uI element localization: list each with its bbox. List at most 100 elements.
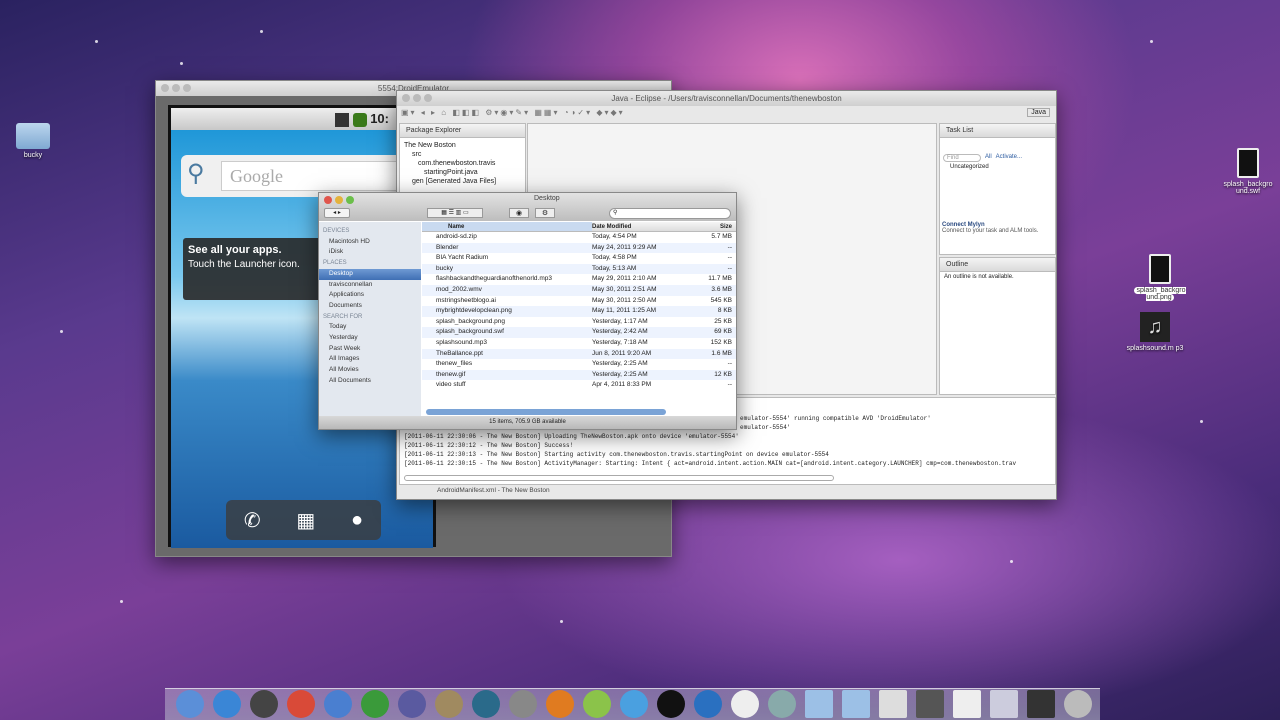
eclipse-titlebar[interactable]: Java - Eclipse - /Users/travisconnellan/… (397, 91, 1056, 106)
dock-documents-folder-icon[interactable] (842, 690, 870, 718)
sidebar-section-header: PLACES (323, 260, 347, 267)
sidebar-item[interactable]: Documents (319, 301, 421, 312)
dock-android-icon[interactable] (583, 690, 611, 718)
dock-blender-icon[interactable] (546, 690, 574, 718)
sidebar-item[interactable]: iDisk (319, 247, 421, 258)
zoom-button[interactable] (346, 196, 354, 204)
dock-time-machine-icon[interactable] (472, 690, 500, 718)
dock-doc-3-icon[interactable] (953, 690, 981, 718)
dock-preview-icon[interactable] (768, 690, 796, 718)
dock-doc-4-icon[interactable] (990, 690, 1018, 718)
tree-item-gen[interactable]: gen [Generated Java Files] (404, 177, 521, 186)
file-size: -- (727, 254, 732, 262)
file-row[interactable]: Blender May 24, 2011 9:29 AM -- (422, 242, 736, 254)
task-find-input[interactable]: Find (943, 154, 981, 162)
sidebar-item[interactable]: Desktop (319, 268, 421, 280)
desktop-folder-bucky[interactable]: bucky (3, 123, 63, 159)
sidebar-item[interactable]: All Images (319, 354, 421, 365)
file-size: -- (727, 243, 732, 251)
dock-chrome-icon[interactable] (287, 690, 315, 718)
task-category[interactable]: Uncategorized (940, 162, 1055, 172)
file-row[interactable]: android-sd.zip Today, 4:54 PM 5.7 MB (422, 232, 736, 243)
phone-icon[interactable]: ✆ (244, 508, 261, 533)
dock-itunes-icon[interactable] (324, 690, 352, 718)
filter-all-link[interactable]: All (985, 154, 992, 162)
tree-item-src[interactable]: src (404, 150, 521, 159)
file-name: mybrightdevelopclean.png (436, 307, 512, 315)
file-name: splashsound.mp3 (436, 338, 487, 346)
tree-item-project[interactable]: The New Boston (404, 141, 521, 150)
file-row[interactable]: TheBallance.ppt Jun 8, 2011 9:20 AM 1.6 MB (422, 348, 736, 360)
sidebar-item[interactable]: Today (319, 322, 421, 333)
sidebar-item[interactable]: Past Week (319, 344, 421, 355)
sidebar-item[interactable]: All Movies (319, 365, 421, 376)
dock-eclipse-icon[interactable] (398, 690, 426, 718)
dock-x11-icon[interactable] (731, 690, 759, 718)
column-size[interactable]: Size (702, 222, 732, 231)
tab-task-list[interactable]: Task List (940, 124, 1055, 138)
dock-safari-icon[interactable] (620, 690, 648, 718)
file-row[interactable]: thenew.gif Yesterday, 2:25 AM 12 KB (422, 369, 736, 381)
console-hscrollbar[interactable] (404, 475, 834, 481)
file-row[interactable]: splash_background.png Yesterday, 1:17 AM 2… (422, 317, 736, 328)
dock-doc-5-icon[interactable] (1027, 690, 1055, 718)
file-size: 3.6 MB (711, 285, 732, 293)
desktop-file-splash-png[interactable]: splash_backgro und.png (1130, 254, 1190, 301)
sidebar-item[interactable]: travisconnellan (319, 280, 421, 291)
dock-doc-2-icon[interactable] (916, 690, 944, 718)
desktop-file-splash-swf[interactable]: splash_backgro und.swf (1218, 148, 1278, 195)
tab-outline[interactable]: Outline (940, 258, 1055, 272)
column-date[interactable]: Date Modified (592, 222, 702, 231)
file-size: 8 KB (717, 307, 732, 315)
dock-quicktime-icon[interactable] (694, 690, 722, 718)
desktop-file-splashsound[interactable]: ♫ splashsound.m p3 (1125, 312, 1185, 352)
finder-hscrollbar[interactable] (426, 409, 666, 415)
file-row[interactable]: mstringsheetblogo.ai May 30, 2011 2:50 AM… (422, 296, 736, 307)
launcher-grid-icon[interactable]: ▦ (296, 508, 315, 533)
file-row[interactable]: thenew_files Yesterday, 2:25 AM -- (422, 359, 736, 370)
file-row[interactable]: bucky Today, 5:13 AM -- (422, 263, 736, 275)
browser-globe-icon[interactable]: ● (351, 509, 363, 532)
eclipse-toolbar[interactable]: ▣▾ ◂ ▸ ⌂ ◧◧◧ ⚙▾◉▾✎▾ ▦▦▾ ◔◑✓▾ ◆▾◆▾ (401, 108, 801, 121)
sidebar-item[interactable]: Macintosh HD (319, 237, 421, 248)
back-forward-buttons[interactable]: ◂ ▸ (324, 208, 350, 218)
view-mode-buttons[interactable]: ▦ ☰ ▥ ▭ (427, 208, 483, 218)
file-size: 12 KB (714, 370, 732, 378)
quicklook-button[interactable]: ◉ (509, 208, 529, 218)
close-button[interactable] (324, 196, 332, 204)
dock-gimp-icon[interactable] (435, 690, 463, 718)
dock-system-preferences-icon[interactable] (509, 690, 537, 718)
dock-applications-folder-icon[interactable] (805, 690, 833, 718)
file-row[interactable]: BIA Yacht Radium Today, 4:58 PM -- (422, 253, 736, 264)
column-name[interactable]: Name (422, 222, 592, 231)
dock-numbers-icon[interactable] (361, 690, 389, 718)
activate-link[interactable]: Activate... (996, 154, 1022, 162)
file-row[interactable]: splashsound.mp3 Yesterday, 7:18 AM 152 KB (422, 338, 736, 349)
dock-terminal-icon[interactable] (657, 690, 685, 718)
swf-file-icon (1237, 148, 1259, 178)
file-row[interactable]: mybrightdevelopclean.png May 11, 2011 1:2… (422, 306, 736, 317)
file-row[interactable]: video stuff Apr 4, 2011 8:33 PM -- (422, 380, 736, 391)
tab-package-explorer[interactable]: Package Explorer (400, 124, 525, 138)
sidebar-item[interactable]: Applications (319, 290, 421, 301)
dock-finder-icon[interactable] (176, 690, 204, 718)
tree-item-package[interactable]: com.thenewboston.travis (404, 159, 521, 168)
file-row[interactable]: mod_2002.wmv May 30, 2011 2:51 AM 3.6 MB (422, 284, 736, 296)
dock-facetime-icon[interactable] (250, 690, 278, 718)
tree-item-java-file[interactable]: startingPoint.java (404, 168, 521, 177)
sidebar-item[interactable]: All Documents (319, 376, 421, 387)
finder-search-input[interactable]: ⚲ (609, 208, 731, 219)
minimize-button[interactable] (335, 196, 343, 204)
file-row[interactable]: splash_background.swf Yesterday, 2:42 AM 6… (422, 327, 736, 338)
file-date: May 24, 2011 9:29 AM (592, 243, 657, 251)
dock-trash-icon[interactable] (1064, 690, 1092, 718)
png-file-icon (1149, 254, 1171, 284)
file-row[interactable]: flashbackandtheguardianofthenorld.mp3 May… (422, 274, 736, 285)
finder-list: Name Date Modified Size android-sd.zip To… (422, 222, 736, 417)
action-button[interactable]: ⚙ (535, 208, 555, 218)
dock-app-store-icon[interactable] (213, 690, 241, 718)
sidebar-item[interactable]: Yesterday (319, 333, 421, 344)
perspective-java-button[interactable]: Java (1027, 108, 1050, 117)
connect-mylyn[interactable]: Connect Mylyn Connect to your task and A… (942, 222, 1042, 234)
dock-doc-1-icon[interactable] (879, 690, 907, 718)
